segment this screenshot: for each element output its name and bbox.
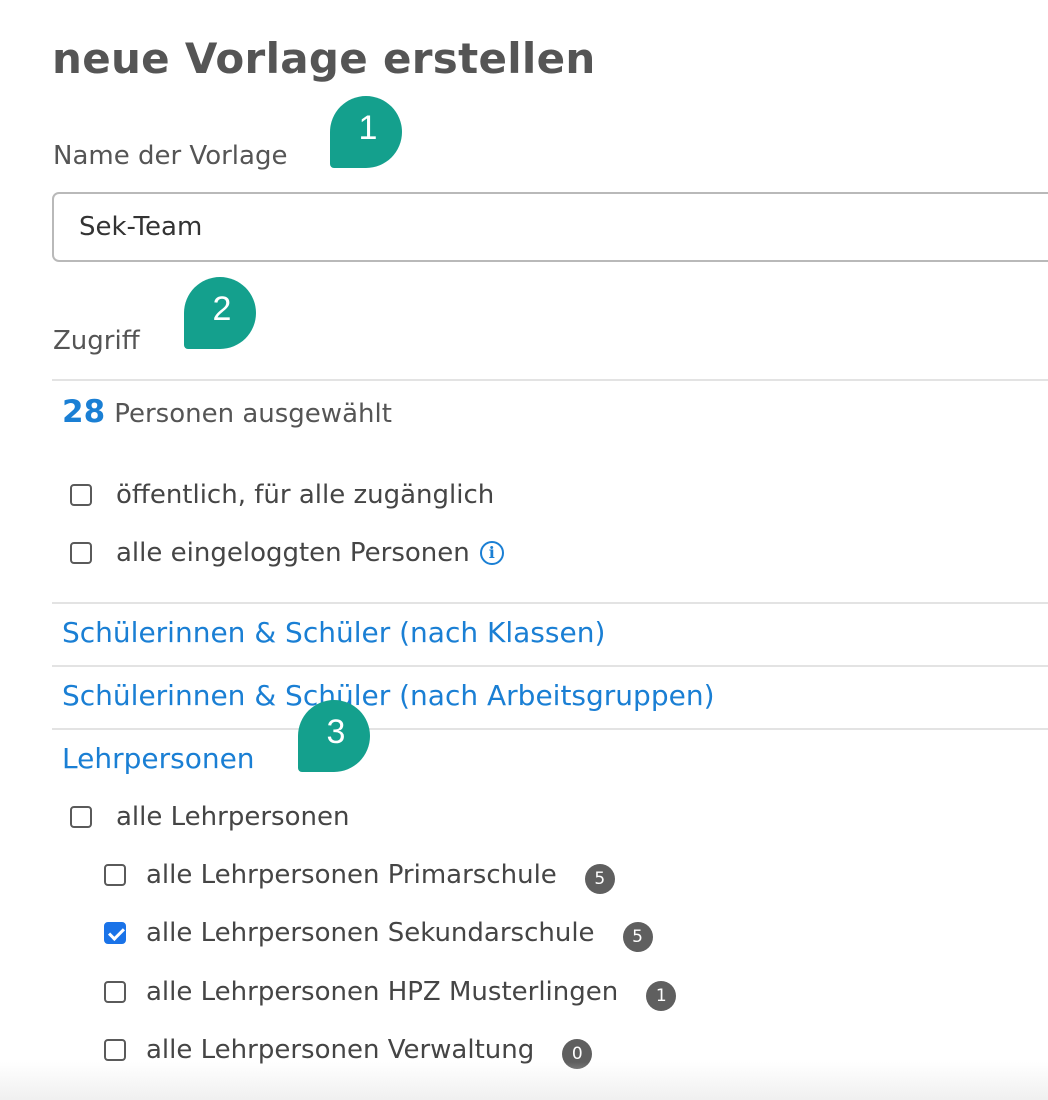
public-access-option[interactable]: öffentlich, für alle zugänglich	[70, 480, 494, 510]
divider	[52, 379, 1048, 381]
teacher-count-badge: 1	[646, 981, 677, 1011]
teacher-group-checkbox[interactable]	[104, 1039, 126, 1061]
teacher-group-label: alle Lehrpersonen Verwaltung	[146, 1035, 535, 1065]
info-icon[interactable]: i	[479, 541, 504, 565]
callout-badge-1: 1	[330, 96, 402, 168]
all-teachers-label: alle Lehrpersonen	[116, 802, 350, 832]
teacher-group-checkbox[interactable]	[104, 864, 126, 886]
callout-badge-3: 3	[298, 700, 370, 772]
teacher-group-option[interactable]: alle Lehrpersonen HPZ Musterlingen 1	[104, 977, 677, 1011]
teacher-count-badge: 5	[584, 864, 615, 894]
teachers-section[interactable]: Lehrpersonen	[62, 742, 255, 775]
divider	[52, 728, 1048, 730]
students-by-group-section[interactable]: Schülerinnen & Schüler (nach Arbeitsgrup…	[62, 679, 715, 712]
page-title: neue Vorlage erstellen	[52, 34, 596, 83]
all-teachers-option[interactable]: alle Lehrpersonen	[70, 802, 349, 832]
teacher-group-option[interactable]: alle Lehrpersonen Sekundarschule 5	[104, 918, 653, 952]
divider	[52, 665, 1048, 667]
selected-count-text: Personen ausgewählt	[114, 399, 392, 429]
all-teachers-checkbox[interactable]	[70, 806, 92, 828]
public-access-checkbox[interactable]	[70, 484, 92, 506]
teacher-group-checkbox[interactable]	[104, 981, 126, 1003]
teacher-group-label: alle Lehrpersonen Primarschule	[146, 860, 557, 890]
callout-badge-2: 2	[184, 277, 256, 349]
logged-in-access-checkbox[interactable]	[70, 542, 92, 564]
template-name-label: Name der Vorlage	[53, 141, 288, 171]
divider	[52, 602, 1048, 604]
public-access-label: öffentlich, für alle zugänglich	[116, 480, 495, 510]
selected-count-summary: 28 Personen ausgewählt	[62, 394, 392, 430]
template-form-page: neue Vorlage erstellen Name der Vorlage …	[0, 0, 1048, 1100]
template-name-input[interactable]	[52, 192, 1048, 262]
selected-count: 28	[62, 394, 106, 430]
teacher-group-label: alle Lehrpersonen HPZ Musterlingen	[146, 977, 619, 1007]
teacher-group-label: alle Lehrpersonen Sekundarschule	[146, 918, 595, 948]
teacher-group-option[interactable]: alle Lehrpersonen Verwaltung 0	[104, 1035, 593, 1069]
bottom-fade	[0, 1062, 1048, 1100]
students-by-class-section[interactable]: Schülerinnen & Schüler (nach Klassen)	[62, 616, 605, 649]
logged-in-access-option[interactable]: alle eingeloggten Personen i	[70, 538, 504, 568]
logged-in-access-label: alle eingeloggten Personen	[116, 538, 470, 568]
teacher-group-option[interactable]: alle Lehrpersonen Primarschule 5	[104, 860, 615, 894]
teacher-group-checkbox[interactable]	[104, 922, 126, 944]
teacher-count-badge: 5	[622, 922, 653, 952]
access-label: Zugriff	[53, 326, 140, 356]
